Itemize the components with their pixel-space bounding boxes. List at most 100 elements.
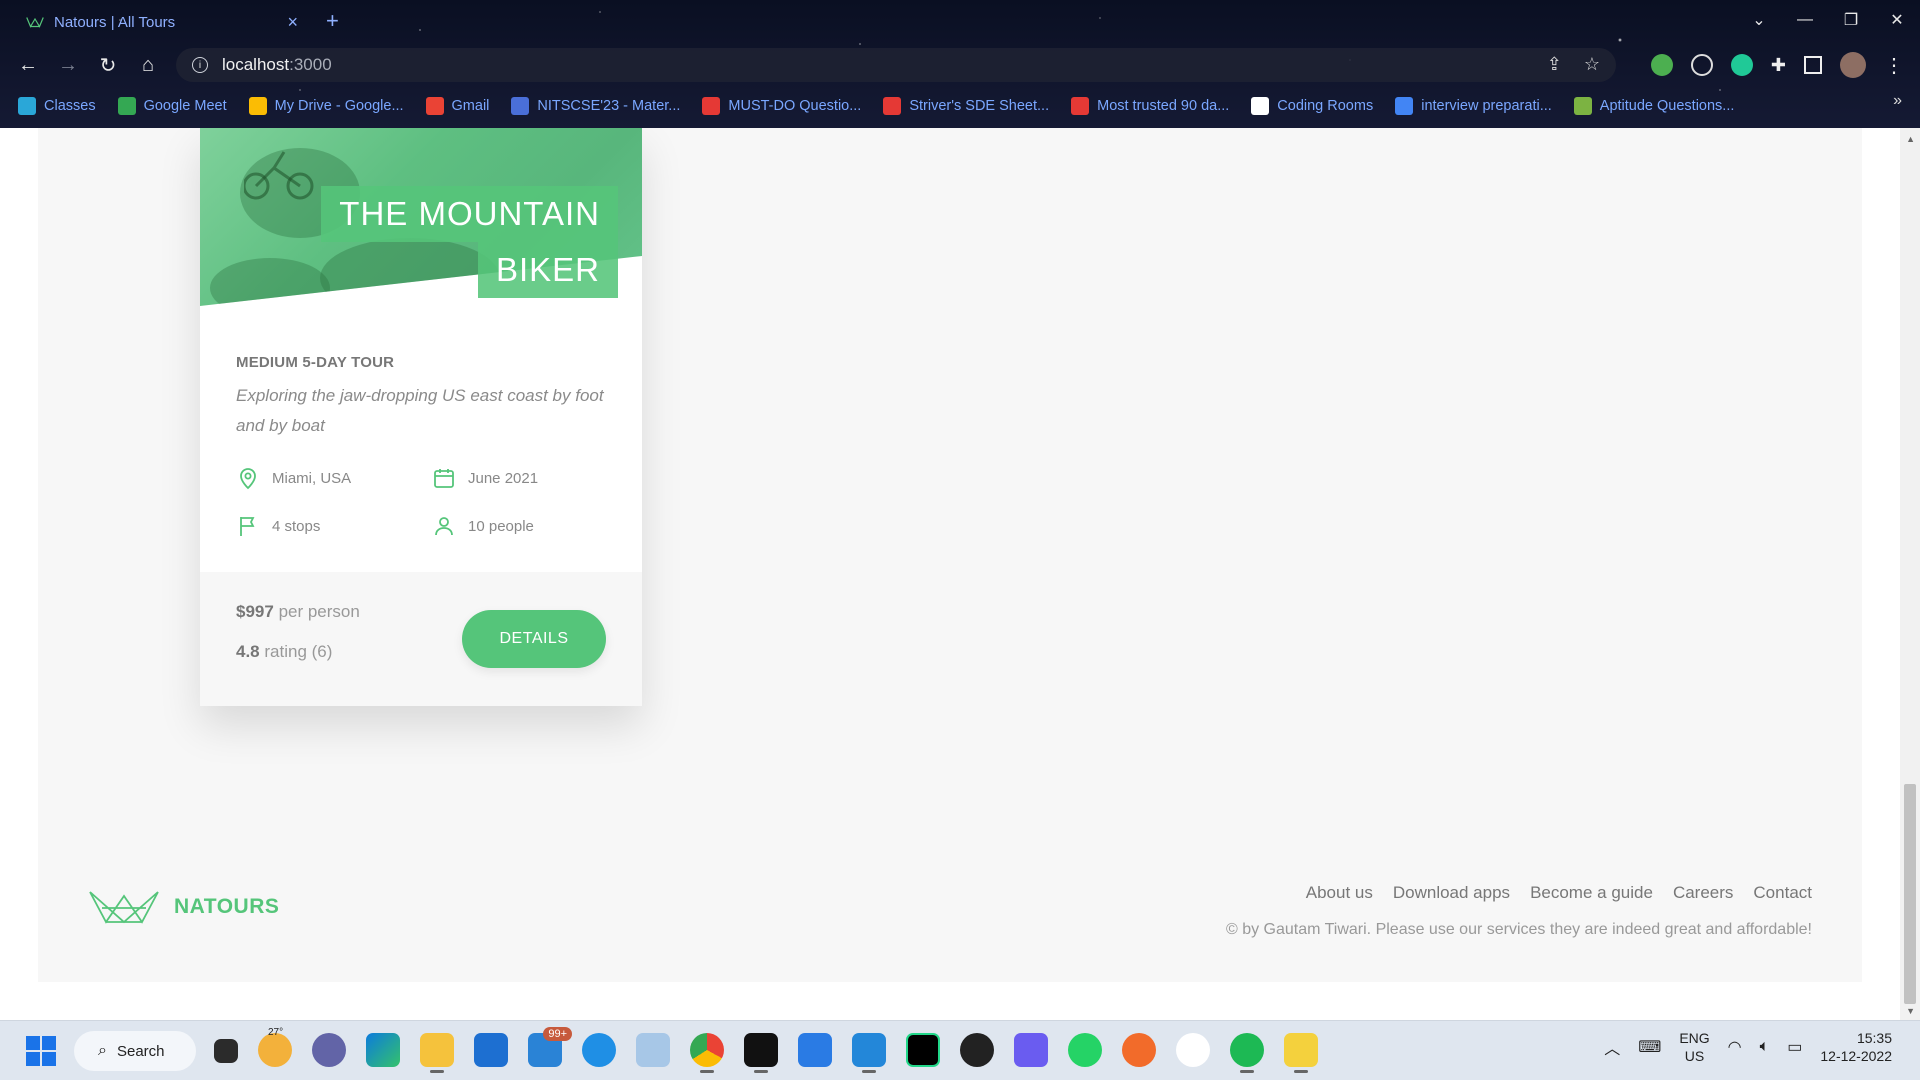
extensions-area: ✚ ⋮ bbox=[1650, 46, 1904, 84]
chevron-up-icon[interactable]: ︿ bbox=[1604, 1035, 1620, 1059]
side-panel-icon[interactable] bbox=[1804, 56, 1822, 74]
keyboard-icon[interactable]: ⌨ bbox=[1638, 1037, 1661, 1057]
bookmark-item[interactable]: Most trusted 90 da... bbox=[1071, 97, 1229, 115]
volume-icon[interactable]: 🔈︎ bbox=[1760, 1038, 1770, 1056]
price-text: per person bbox=[278, 602, 360, 621]
teams-chat-icon[interactable] bbox=[312, 1033, 346, 1067]
taskbar-search[interactable]: ⌕ Search bbox=[74, 1031, 196, 1071]
page-scrollbar[interactable]: ▲ ▼ bbox=[1900, 128, 1920, 1020]
bookmark-favicon-icon bbox=[117, 97, 136, 115]
new-tab-button[interactable]: + bbox=[326, 8, 339, 34]
bookmark-item[interactable]: MUST-DO Questio... bbox=[702, 97, 861, 115]
extensions-puzzle-icon[interactable]: ✚ bbox=[1771, 55, 1786, 76]
scroll-down-icon[interactable]: ▼ bbox=[1906, 1006, 1915, 1016]
tour-stops: 4 stops bbox=[236, 514, 320, 538]
footer-link[interactable]: Careers bbox=[1673, 883, 1733, 903]
proton-vpn-icon[interactable] bbox=[1014, 1033, 1048, 1067]
footer-link[interactable]: Contact bbox=[1753, 883, 1812, 903]
bookmark-star-icon[interactable]: ☆ bbox=[1584, 54, 1600, 75]
bookmark-item[interactable]: Aptitude Questions... bbox=[1573, 97, 1734, 115]
task-view-icon[interactable] bbox=[214, 1039, 238, 1063]
language-indicator[interactable]: ENG US bbox=[1679, 1029, 1709, 1065]
bookmark-label: Most trusted 90 da... bbox=[1097, 98, 1230, 114]
tour-heading-line1: THE MOUNTAIN bbox=[321, 186, 618, 242]
bookmarks-overflow-icon[interactable]: » bbox=[1893, 92, 1902, 110]
tour-people: 10 people bbox=[432, 514, 534, 538]
tour-card-footer: $997 per person 4.8 rating (6) DETAILS bbox=[200, 572, 642, 706]
bookmark-favicon-icon bbox=[1573, 97, 1592, 115]
forward-button[interactable]: → bbox=[48, 46, 88, 84]
scrollbar-thumb[interactable] bbox=[1904, 784, 1916, 1004]
page-viewport: THE MOUNTAIN BIKER MEDIUM 5-DAY TOUR Exp… bbox=[0, 128, 1920, 1020]
bookmark-label: Classes bbox=[44, 98, 96, 114]
details-button[interactable]: DETAILS bbox=[462, 610, 606, 668]
bookmark-item[interactable]: interview preparati... bbox=[1395, 97, 1552, 115]
bookmark-favicon-icon bbox=[1071, 97, 1090, 115]
extension-target-icon[interactable] bbox=[1690, 54, 1713, 76]
bookmark-item[interactable]: My Drive - Google... bbox=[248, 97, 404, 115]
microsoft-store-icon[interactable] bbox=[474, 1033, 508, 1067]
clock-date: 12-12-2022 bbox=[1820, 1048, 1892, 1064]
wifi-icon[interactable]: ◠ bbox=[1728, 1037, 1742, 1057]
extension-tree-icon[interactable] bbox=[1650, 54, 1673, 76]
bookmark-item[interactable]: Gmail bbox=[425, 97, 489, 115]
media-player-icon[interactable] bbox=[960, 1033, 994, 1067]
lang-line1: ENG bbox=[1679, 1030, 1710, 1046]
home-button[interactable]: ⌂ bbox=[128, 46, 168, 84]
postman-icon[interactable] bbox=[1122, 1033, 1156, 1067]
bookmark-label: NITSCSE'23 - Mater... bbox=[537, 98, 681, 114]
file-explorer-icon[interactable] bbox=[420, 1033, 454, 1073]
footer-brand: NATOURS bbox=[174, 895, 280, 918]
footer-link[interactable]: Become a guide bbox=[1530, 883, 1653, 903]
tab-close-icon[interactable]: × bbox=[287, 12, 298, 33]
pycharm-icon[interactable] bbox=[906, 1033, 940, 1067]
whatsapp-icon[interactable] bbox=[1068, 1033, 1102, 1067]
extension-shield-icon[interactable] bbox=[1730, 54, 1753, 76]
back-button[interactable]: ← bbox=[8, 46, 48, 84]
site-info-icon[interactable]: i bbox=[192, 57, 208, 73]
start-button[interactable] bbox=[26, 1036, 56, 1066]
browser-tab[interactable]: Natours | All Tours × bbox=[12, 6, 312, 38]
mongodb-compass-icon[interactable] bbox=[1176, 1033, 1210, 1067]
footer-logo[interactable]: NATOURS bbox=[88, 888, 279, 926]
restore-button[interactable]: ❐ bbox=[1828, 0, 1874, 40]
footer-link[interactable]: Download apps bbox=[1393, 883, 1510, 903]
messenger-icon[interactable] bbox=[582, 1033, 616, 1067]
profile-avatar[interactable] bbox=[1840, 52, 1866, 78]
tour-card: THE MOUNTAIN BIKER MEDIUM 5-DAY TOUR Exp… bbox=[200, 128, 642, 706]
search-icon: ⌕ bbox=[98, 1042, 107, 1059]
chrome-icon[interactable] bbox=[690, 1033, 724, 1073]
battery-icon[interactable]: ▭ bbox=[1787, 1037, 1802, 1057]
bookmark-item[interactable]: Coding Rooms bbox=[1251, 97, 1373, 115]
terminal-icon[interactable] bbox=[744, 1033, 778, 1073]
footer-link[interactable]: About us bbox=[1306, 883, 1373, 903]
spotify-icon[interactable] bbox=[1230, 1033, 1264, 1073]
edge-browser-icon[interactable] bbox=[366, 1033, 400, 1067]
price-value: $997 bbox=[236, 602, 274, 621]
address-bar[interactable]: i localhost:3000 bbox=[176, 48, 1616, 82]
bookmark-item[interactable]: Classes bbox=[18, 97, 96, 115]
bookmark-item[interactable]: Google Meet bbox=[117, 97, 227, 115]
reload-button[interactable]: ↻ bbox=[88, 46, 128, 84]
menu-kebab-icon[interactable]: ⋮ bbox=[1884, 53, 1904, 78]
notepad-icon[interactable] bbox=[798, 1033, 832, 1067]
minimize-button[interactable]: — bbox=[1782, 0, 1828, 40]
bookmark-item[interactable]: NITSCSE'23 - Mater... bbox=[511, 97, 680, 115]
taskbar-search-label: Search bbox=[116, 1042, 165, 1060]
mail-icon[interactable]: 99+ bbox=[528, 1027, 572, 1067]
sticky-notes-icon[interactable] bbox=[1284, 1033, 1318, 1073]
stocks-icon[interactable] bbox=[636, 1033, 670, 1067]
bookmark-item[interactable]: Striver's SDE Sheet... bbox=[883, 97, 1049, 115]
weather-widget-icon[interactable]: 27° bbox=[258, 1027, 292, 1067]
natours-logo-icon bbox=[26, 17, 44, 28]
user-icon bbox=[435, 517, 453, 536]
close-window-button[interactable]: ✕ bbox=[1874, 0, 1920, 40]
share-icon[interactable]: ⇪ bbox=[1547, 54, 1562, 75]
vscode-icon[interactable] bbox=[852, 1033, 886, 1073]
tour-subheading: MEDIUM 5-DAY TOUR bbox=[236, 354, 395, 371]
tab-search-icon[interactable]: ⌄ bbox=[1736, 0, 1782, 40]
url-port: :3000 bbox=[289, 55, 332, 74]
clock[interactable]: 15:35 12-12-2022 bbox=[1820, 1029, 1892, 1065]
scroll-up-icon[interactable]: ▲ bbox=[1906, 134, 1915, 144]
bookmark-label: Coding Rooms bbox=[1277, 98, 1374, 114]
